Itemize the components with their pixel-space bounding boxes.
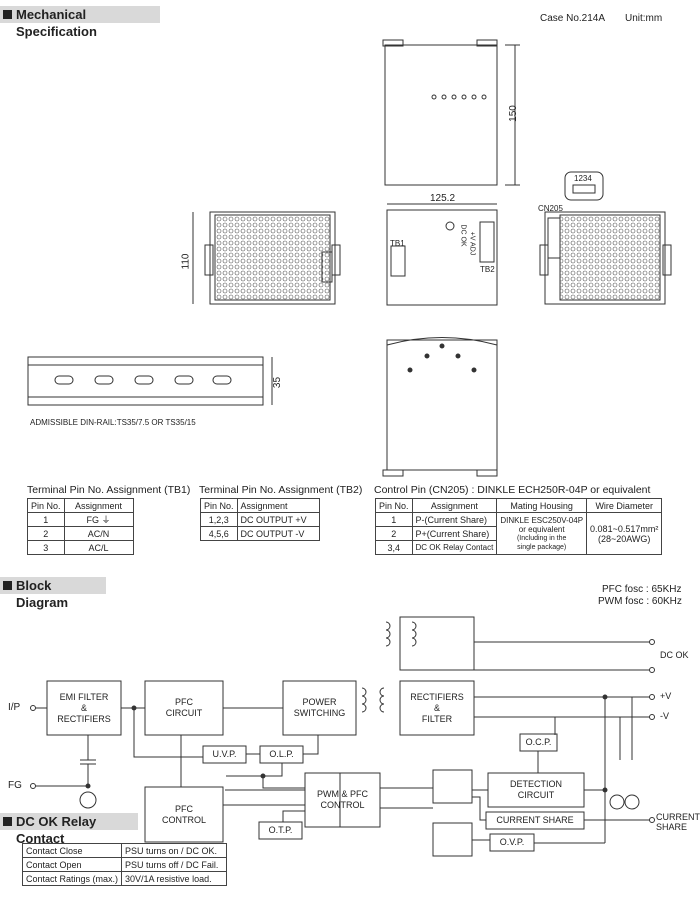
cell: PSU turns on / DC OK. [121,843,228,858]
positive-output: +V [660,691,672,701]
relay-header: DC OK Relay Contact [0,813,138,846]
cell: Contact Close [21,843,123,858]
datasheet-page: Mechanical Specification Case No.214A Un… [0,0,700,901]
text: & [433,702,440,713]
text: PFC [175,697,193,707]
text: CURRENT [656,812,700,822]
cell: Contact Ratings (max.) [21,871,123,886]
otp-block: O.T.P. [268,825,293,835]
fg-label: FG [8,780,22,791]
pwm-pfc-control-block: PWM & PFC CONTROL [305,773,380,827]
cell: PSU turns off / DC Fail. [121,857,228,872]
block-diagram-wiring [30,616,655,857]
text: EMI FILTER [59,691,109,702]
current-share-block: CURRENT SHARE [496,815,574,825]
pfc-control-block: PFC CONTROL [145,787,223,842]
text: DETECTION [509,779,562,789]
emi-filter-block: EMI FILTER & RECTIFIERS [47,681,121,735]
text: CIRCUIT [165,708,203,718]
text: RECTIFIERS [57,713,111,724]
ip-label: I/P [8,702,21,713]
text: CONTROL [320,800,365,810]
text: SHARE [656,822,688,832]
negative-output: -V [660,711,669,721]
text: CIRCUIT [517,790,555,800]
relay-table: Contact Close PSU turns on / DC OK. Conta… [21,843,228,886]
cell: Contact Open [21,857,123,872]
dcok-output: DC OK [660,650,689,660]
ovp-block: O.V.P. [499,837,525,847]
text: CONTROL [161,814,206,825]
rectifiers-filter-block: RECTIFIERS & FILTER [400,681,474,735]
cell: 30V/1A resistive load. [121,871,228,886]
text: POWER [302,697,337,707]
current-share-output: CURRENT SHARE [656,812,700,832]
power-switching-block: POWER SWITCHING [283,681,356,735]
text: RECTIFIERS [410,691,464,702]
text: FILTER [421,713,453,724]
text: PWM & PFC [317,789,368,799]
olp-block: O.L.P. [269,749,294,759]
ocp-block: O.C.P. [525,737,552,747]
detection-circuit-block: DETECTION CIRCUIT [488,773,584,807]
uvp-block: U.V.P. [212,749,237,759]
text: SWITCHING [293,708,346,718]
pfc-circuit-block: PFC CIRCUIT [145,681,223,735]
text: PFC [175,803,193,814]
text: & [80,702,87,713]
